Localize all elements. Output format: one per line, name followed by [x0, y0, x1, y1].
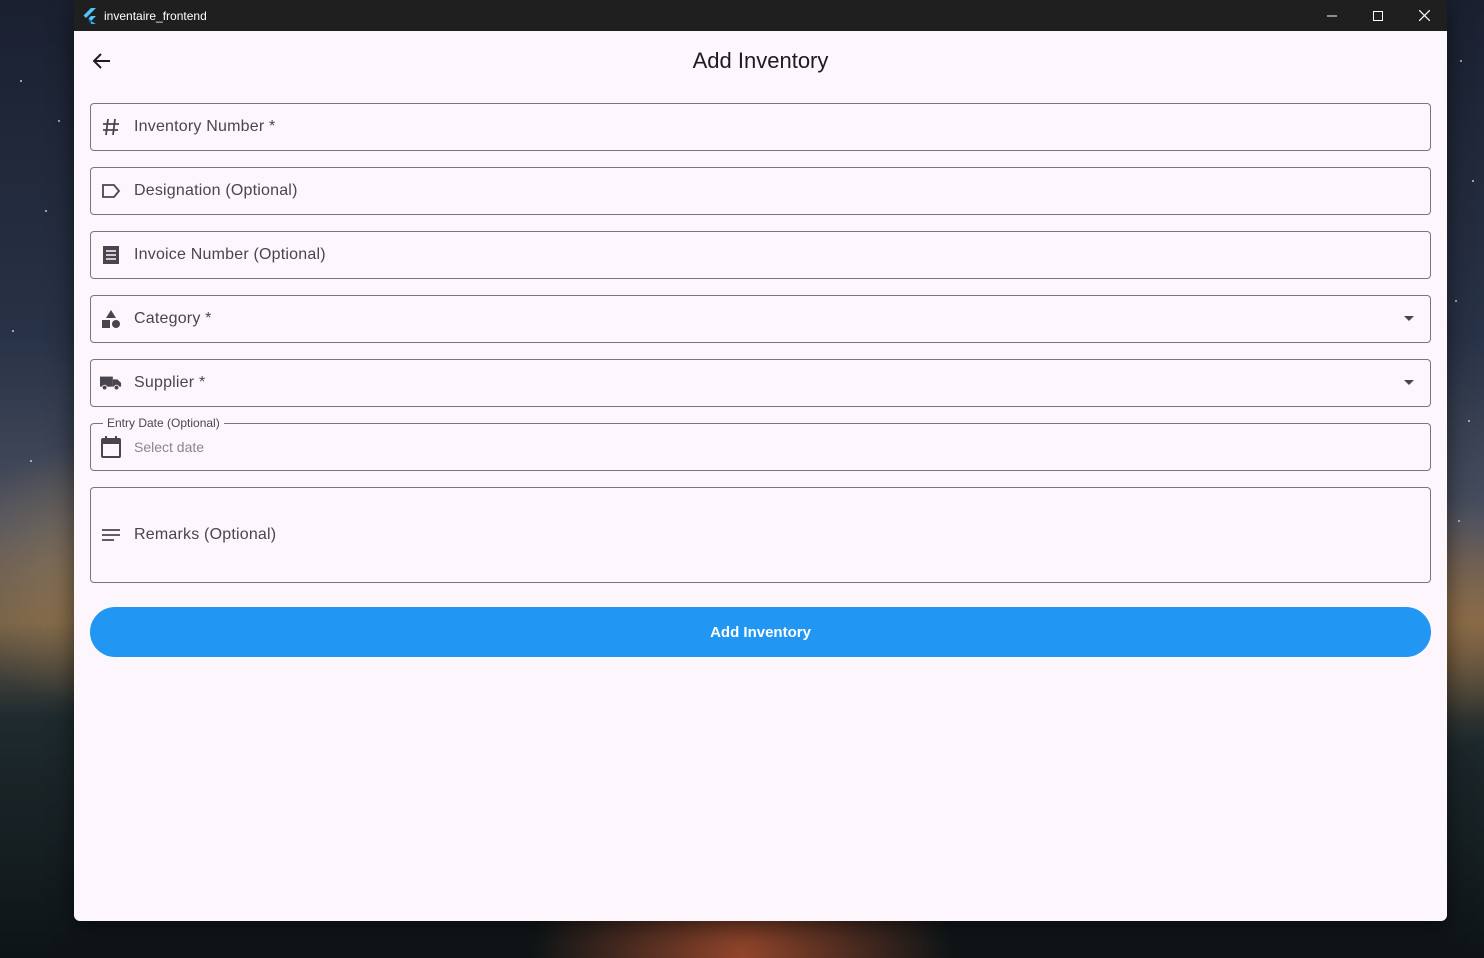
entry-date-field[interactable]: Entry Date (Optional) Select date — [90, 416, 1431, 471]
window-controls — [1309, 0, 1447, 31]
entry-date-label: Entry Date (Optional) — [103, 416, 224, 430]
flutter-logo-icon — [83, 7, 96, 24]
window-title: inventaire_frontend — [104, 8, 207, 23]
inventory-number-field[interactable]: Inventory Number * — [90, 103, 1431, 151]
label-icon — [100, 180, 122, 202]
entry-date-placeholder: Select date — [134, 439, 205, 455]
remarks-label: Remarks (Optional) — [134, 526, 277, 543]
invoice-number-field[interactable]: Invoice Number (Optional) — [90, 231, 1431, 279]
invoice-number-label: Invoice Number (Optional) — [134, 246, 326, 263]
notes-icon — [100, 524, 122, 546]
close-icon — [1418, 10, 1430, 21]
truck-icon — [100, 372, 122, 394]
close-button[interactable] — [1401, 0, 1447, 31]
hash-icon — [100, 116, 122, 138]
category-label: Category * — [134, 310, 212, 327]
title-bar: inventaire_frontend — [74, 0, 1447, 31]
minimize-button[interactable] — [1309, 0, 1355, 31]
calendar-icon — [100, 436, 122, 458]
maximize-icon — [1373, 10, 1383, 21]
inventory-number-label: Inventory Number * — [134, 118, 276, 135]
supplier-label: Supplier * — [134, 374, 206, 391]
supplier-dropdown[interactable]: Supplier * — [90, 359, 1431, 407]
page-title: Add Inventory — [692, 48, 829, 73]
category-icon — [100, 308, 122, 330]
maximize-button[interactable] — [1355, 0, 1401, 31]
add-inventory-button[interactable]: Add Inventory — [90, 607, 1431, 657]
designation-label: Designation (Optional) — [134, 182, 298, 199]
add-inventory-form: Inventory Number * Designation (Optional… — [90, 103, 1431, 657]
designation-field[interactable]: Designation (Optional) — [90, 167, 1431, 215]
chevron-down-icon — [1404, 380, 1414, 385]
chevron-down-icon — [1404, 316, 1414, 321]
app-bar: Add Inventory — [74, 31, 1447, 91]
app-window: inventaire_frontend Add Inventory Invent… — [74, 0, 1447, 921]
minimize-icon — [1327, 15, 1337, 16]
receipt-icon — [100, 244, 122, 266]
remarks-field[interactable]: Remarks (Optional) — [90, 487, 1431, 583]
category-dropdown[interactable]: Category * — [90, 295, 1431, 343]
